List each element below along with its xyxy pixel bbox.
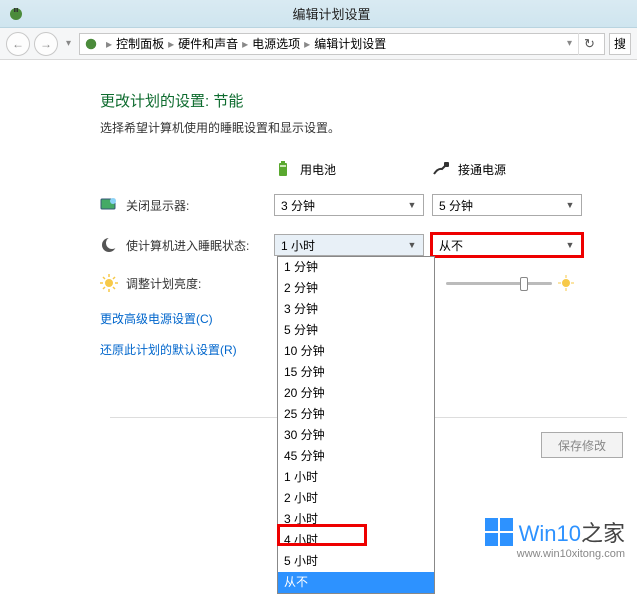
dropdown-item[interactable]: 1 分钟 [278, 257, 434, 278]
dropdown-item[interactable]: 3 分钟 [278, 299, 434, 320]
brightness-plugged-cell [424, 275, 574, 291]
sleep-battery-dropdown[interactable]: 1 分钟2 分钟3 分钟5 分钟10 分钟15 分钟20 分钟25 分钟30 分… [277, 256, 435, 594]
dropdown-item[interactable]: 从不 [278, 572, 434, 593]
dropdown-item[interactable]: 5 分钟 [278, 320, 434, 341]
sleep-plugged-select[interactable]: 从不▼ [432, 234, 582, 256]
brightness-label: 调整计划亮度: [126, 275, 201, 292]
display-off-label: 关闭显示器: [126, 197, 189, 214]
forward-button[interactable]: → [34, 32, 58, 56]
column-headers: 用电池 接通电源 [100, 160, 609, 178]
page-heading: 更改计划的设置: 节能 [100, 90, 609, 111]
sleep-label: 使计算机进入睡眠状态: [126, 237, 249, 254]
breadcrumb-item[interactable]: 电源选项 [252, 35, 300, 52]
watermark-url: www.win10xitong.com [485, 548, 625, 560]
power-plug-icon [8, 6, 24, 22]
page-subheading: 选择希望计算机使用的睡眠设置和显示设置。 [100, 119, 609, 136]
sun-icon [100, 274, 118, 292]
plug-icon [432, 160, 450, 178]
watermark: Win10之家 www.win10xitong.com [485, 516, 625, 560]
row-sleep: 使计算机进入睡眠状态: 1 小时▼ 从不▼ [100, 234, 609, 256]
brightness-slider[interactable] [446, 282, 552, 285]
column-plugged-label: 接通电源 [458, 161, 506, 178]
history-dropdown-icon[interactable]: ▾ [62, 38, 75, 49]
dropdown-item[interactable]: 20 分钟 [278, 383, 434, 404]
chevron-down-icon: ▼ [563, 240, 577, 250]
column-battery-label: 用电池 [300, 161, 336, 178]
dropdown-item[interactable]: 1 小时 [278, 467, 434, 488]
display-off-plugged-select[interactable]: 5 分钟▼ [432, 194, 582, 216]
breadcrumb-item[interactable]: 硬件和声音 [178, 35, 238, 52]
navigation-toolbar: ← → ▾ ▸ 控制面板▸ 硬件和声音▸ 电源选项▸ 编辑计划设置 ▾ ↻ 搜 [0, 28, 637, 60]
dropdown-item[interactable]: 2 分钟 [278, 278, 434, 299]
chevron-down-icon: ▼ [405, 200, 419, 210]
back-button[interactable]: ← [6, 32, 30, 56]
search-button[interactable]: 搜 [609, 33, 631, 55]
sun-bright-icon [558, 275, 574, 291]
battery-icon [274, 160, 292, 178]
moon-icon [100, 236, 118, 254]
window-titlebar: 编辑计划设置 [0, 0, 637, 28]
dropdown-item[interactable]: 5 小时 [278, 551, 434, 572]
dropdown-item[interactable]: 30 分钟 [278, 425, 434, 446]
chevron-down-icon: ▼ [563, 200, 577, 210]
dropdown-item[interactable]: 3 小时 [278, 509, 434, 530]
dropdown-item[interactable]: 25 分钟 [278, 404, 434, 425]
refresh-button[interactable]: ↻ [578, 33, 600, 55]
chevron-down-icon[interactable]: ▾ [563, 38, 576, 49]
dropdown-item[interactable]: 10 分钟 [278, 341, 434, 362]
windows-logo-icon [485, 518, 513, 546]
breadcrumb-item[interactable]: 编辑计划设置 [314, 35, 386, 52]
breadcrumb-item[interactable]: 控制面板 [116, 35, 164, 52]
display-off-battery-select[interactable]: 3 分钟▼ [274, 194, 424, 216]
dropdown-item[interactable]: 2 小时 [278, 488, 434, 509]
row-display-off: 关闭显示器: 3 分钟▼ 5 分钟▼ [100, 194, 609, 216]
dropdown-item[interactable]: 4 小时 [278, 530, 434, 551]
sleep-battery-select[interactable]: 1 小时▼ [274, 234, 424, 256]
save-button[interactable]: 保存修改 [541, 432, 623, 458]
chevron-down-icon: ▼ [405, 240, 419, 250]
window-title: 编辑计划设置 [34, 4, 629, 23]
monitor-icon [100, 196, 118, 214]
dropdown-item[interactable]: 15 分钟 [278, 362, 434, 383]
address-bar[interactable]: ▸ 控制面板▸ 硬件和声音▸ 电源选项▸ 编辑计划设置 ▾ ↻ [79, 33, 605, 55]
dropdown-item[interactable]: 45 分钟 [278, 446, 434, 467]
power-plug-icon [84, 37, 98, 51]
